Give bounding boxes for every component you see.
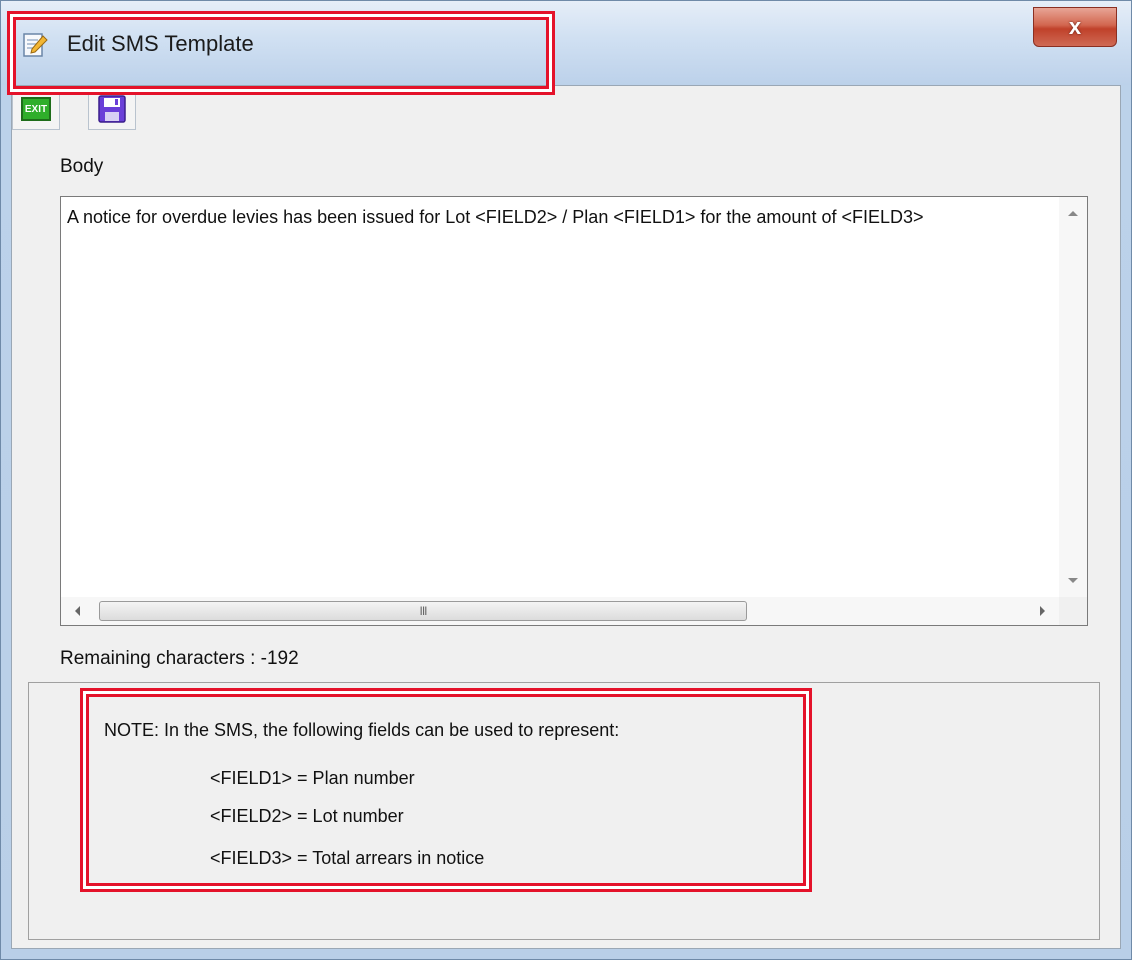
horizontal-scrollbar[interactable]: III: [61, 597, 1059, 625]
save-button[interactable]: [88, 88, 136, 130]
title-bar[interactable]: Edit SMS Template x: [1, 1, 1131, 85]
scrollbar-corner: [1059, 597, 1087, 625]
horizontal-scroll-thumb[interactable]: III: [99, 601, 747, 621]
sms-body-textarea[interactable]: A notice for overdue levies has been iss…: [60, 196, 1088, 626]
edit-document-icon: [23, 33, 48, 57]
vertical-scrollbar[interactable]: [1059, 197, 1087, 597]
edit-sms-template-window: Edit SMS Template x EXIT Body A notice f…: [0, 0, 1132, 960]
close-button[interactable]: x: [1033, 7, 1117, 47]
close-icon: x: [1068, 14, 1082, 39]
note-field-1: <FIELD1> = Plan number: [210, 768, 415, 788]
exit-button[interactable]: EXIT: [12, 88, 60, 130]
scroll-right-icon[interactable]: [1040, 606, 1045, 616]
note-heading: NOTE: In the SMS, the following fields c…: [104, 720, 620, 740]
note-field-2: <FIELD2> = Lot number: [210, 806, 404, 826]
exit-icon: EXIT: [21, 97, 51, 121]
dialog-client-area: EXIT Body A notice for overdue levies ha…: [11, 85, 1121, 949]
remaining-characters: Remaining characters : -192: [60, 648, 299, 669]
scroll-up-icon[interactable]: [1068, 211, 1078, 216]
floppy-disk-icon: [98, 95, 126, 123]
scroll-down-icon[interactable]: [1068, 578, 1078, 583]
scroll-thumb-grip: III: [419, 604, 427, 618]
window-title: Edit SMS Template: [67, 31, 254, 56]
sms-body-text[interactable]: A notice for overdue levies has been iss…: [67, 207, 924, 228]
body-label: Body: [60, 156, 104, 177]
scroll-left-icon[interactable]: [75, 606, 80, 616]
note-field-3: <FIELD3> = Total arrears in notice: [210, 848, 485, 868]
